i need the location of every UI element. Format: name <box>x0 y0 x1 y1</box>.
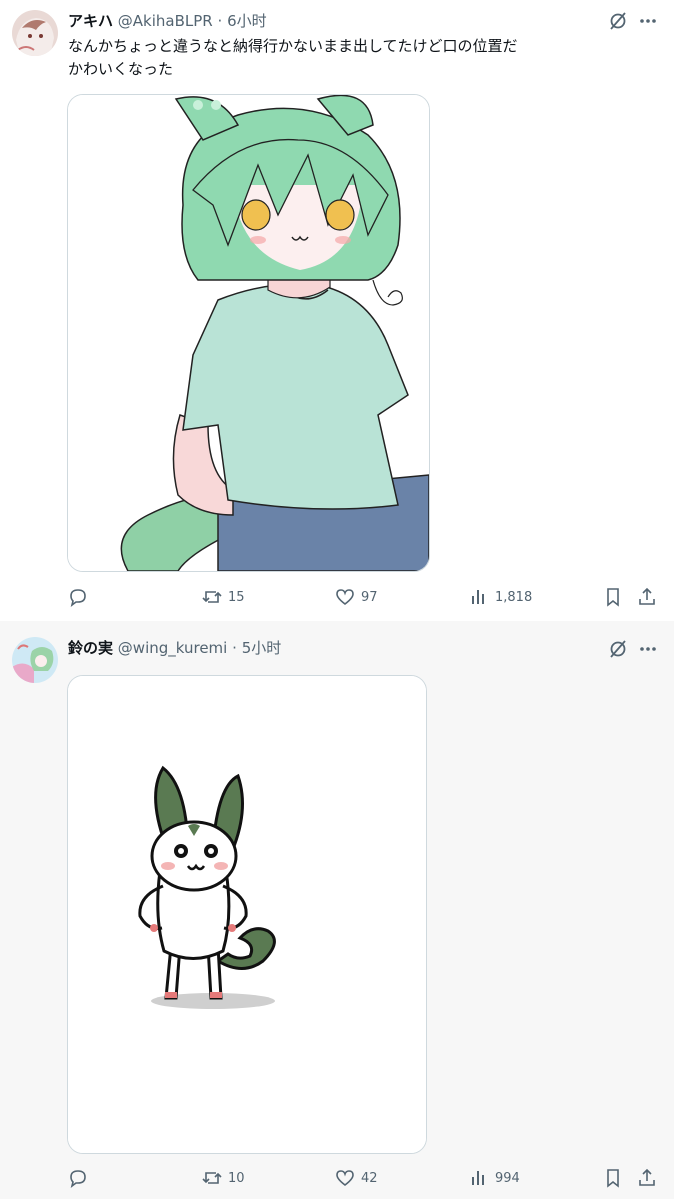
tweet-actions: 15 97 1,818 <box>0 585 674 609</box>
views-button[interactable]: 994 <box>469 1166 520 1190</box>
views-count: 994 <box>495 1170 520 1186</box>
like-button[interactable]: 42 <box>335 1166 378 1190</box>
analytics-icon <box>472 1171 484 1185</box>
reply-icon <box>70 589 86 607</box>
tweet-image[interactable] <box>67 675 427 1154</box>
tweet-image[interactable] <box>67 94 430 572</box>
analytics-icon <box>472 590 484 604</box>
like-count: 42 <box>361 1170 378 1186</box>
display-name[interactable]: アキハ <box>68 12 113 30</box>
more-button[interactable] <box>636 9 660 33</box>
grok-icon <box>610 640 626 658</box>
heart-icon <box>336 1170 354 1187</box>
tweet-text-line: なんかちょっと違うなと納得行かないまま出してたけど口の位置だ <box>68 37 518 55</box>
views-count: 1,818 <box>495 589 533 605</box>
separator: · <box>217 12 223 30</box>
tweet-header: 鈴の実 @wing_kuremi · 5小时 <box>68 638 281 658</box>
share-button[interactable] <box>637 585 657 609</box>
reply-button[interactable] <box>68 585 88 609</box>
heart-icon <box>336 589 354 606</box>
share-icon <box>639 1168 655 1186</box>
bookmark-button[interactable] <box>603 585 623 609</box>
more-icon <box>640 19 656 23</box>
separator: · <box>232 639 237 657</box>
character-illustration <box>68 95 429 571</box>
grok-button[interactable] <box>606 9 630 33</box>
like-count: 97 <box>361 589 378 605</box>
tweet-header: アキハ @AkihaBLPR · 6小时 <box>68 11 267 31</box>
share-icon <box>639 587 655 605</box>
grok-button[interactable] <box>606 637 630 661</box>
tweet-text-line: かわいくなった <box>68 60 174 78</box>
avatar[interactable] <box>12 637 58 683</box>
bookmark-icon <box>607 588 619 607</box>
timestamp[interactable]: 6小时 <box>227 12 267 30</box>
views-button[interactable]: 1,818 <box>469 585 532 609</box>
retweet-icon <box>202 591 222 603</box>
retweet-icon <box>202 1172 222 1184</box>
bookmark-button[interactable] <box>603 1166 623 1190</box>
more-icon <box>640 647 656 651</box>
timestamp[interactable]: 5小时 <box>242 639 282 657</box>
handle[interactable]: @AkihaBLPR <box>118 12 213 30</box>
grok-icon <box>610 12 626 30</box>
reply-button[interactable] <box>68 1166 88 1190</box>
retweet-button[interactable]: 10 <box>202 1166 245 1190</box>
retweet-count: 15 <box>228 589 245 605</box>
reply-icon <box>70 1170 86 1188</box>
display-name[interactable]: 鈴の実 <box>68 639 113 657</box>
tweet-actions: 10 42 994 <box>0 1166 674 1190</box>
like-button[interactable]: 97 <box>335 585 378 609</box>
tweet-text: なんかちょっと違うなと納得行かないまま出してたけど口の位置だ かわいくなった <box>68 35 588 81</box>
bookmark-icon <box>607 1169 619 1188</box>
tweet-akiha[interactable]: アキハ @AkihaBLPR · 6小时 なんかちょっと違うなと納得行かないまま… <box>0 0 674 621</box>
creature-illustration <box>68 676 426 1153</box>
more-button[interactable] <box>636 637 660 661</box>
handle[interactable]: @wing_kuremi <box>118 639 228 657</box>
share-button[interactable] <box>637 1166 657 1190</box>
retweet-count: 10 <box>228 1170 245 1186</box>
avatar[interactable] <box>12 10 58 56</box>
retweet-button[interactable]: 15 <box>202 585 245 609</box>
tweet-wing-kuremi[interactable]: 鈴の実 @wing_kuremi · 5小时 10 42 994 <box>0 621 674 1199</box>
